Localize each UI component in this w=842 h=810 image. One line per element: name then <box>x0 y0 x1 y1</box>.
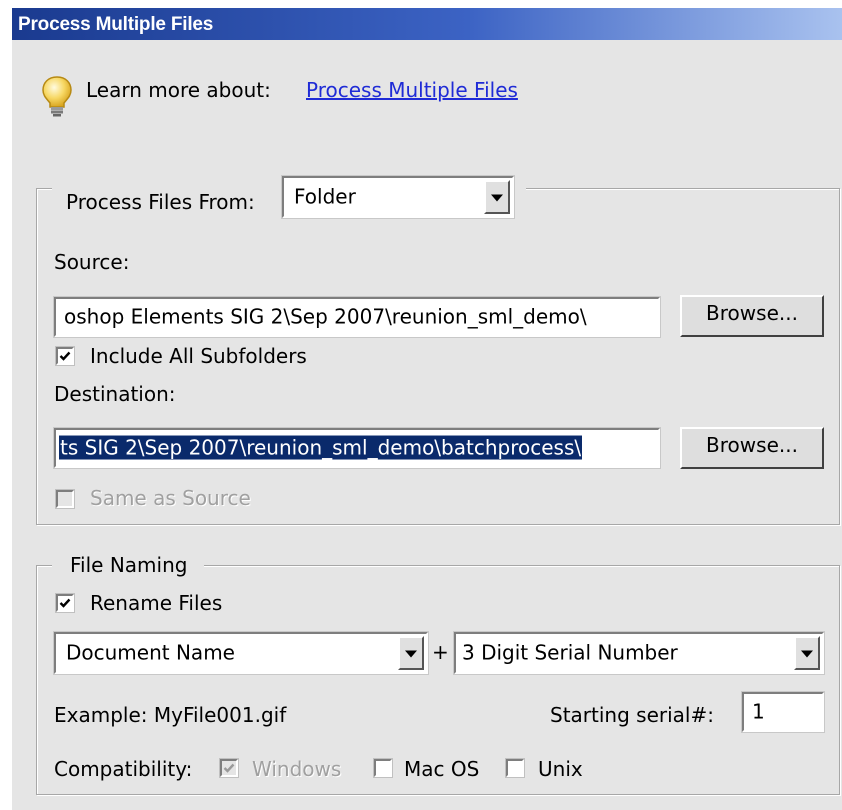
process-from-label: Process Files From: <box>66 190 255 214</box>
chevron-down-icon[interactable] <box>794 636 820 670</box>
rename-files-label: Rename Files <box>90 591 223 615</box>
learn-more-link[interactable]: Process Multiple Files <box>306 78 518 102</box>
source-browse-button[interactable]: Browse... <box>680 295 824 337</box>
include-subfolders-checkbox[interactable] <box>55 346 75 366</box>
windows-label: Windows <box>252 757 342 781</box>
starting-serial-label: Starting serial#: <box>550 703 714 727</box>
title-bar: Process Multiple Files <box>12 8 842 40</box>
chevron-down-icon[interactable] <box>484 180 510 214</box>
file-naming-legend: File Naming <box>70 553 188 577</box>
unix-checkbox[interactable] <box>505 758 525 778</box>
example-text: Example: MyFile001.gif <box>54 703 287 727</box>
window-title: Process Multiple Files <box>18 14 214 35</box>
mac-os-checkbox[interactable] <box>373 758 393 778</box>
source-browse-label: Browse... <box>706 301 798 325</box>
source-path-input[interactable]: oshop Elements SIG 2\Sep 2007\reunion_sm… <box>53 296 661 338</box>
destination-browse-label: Browse... <box>706 433 798 457</box>
process-from-value: Folder <box>294 184 356 209</box>
source-path-value: oshop Elements SIG 2\Sep 2007\reunion_sm… <box>64 304 587 329</box>
same-as-source-label: Same as Source <box>90 486 251 510</box>
rename-files-checkbox[interactable] <box>55 593 75 613</box>
starting-serial-input[interactable]: 1 <box>741 691 825 733</box>
checkmark-icon <box>59 351 71 361</box>
serial-part-value: 3 Digit Serial Number <box>462 640 678 665</box>
checkmark-icon <box>59 598 71 608</box>
destination-label: Destination: <box>54 382 176 406</box>
mac-os-label: Mac OS <box>404 757 480 781</box>
lightbulb-icon <box>42 76 72 117</box>
name-part-value: Document Name <box>66 640 235 665</box>
source-label: Source: <box>54 250 130 274</box>
include-subfolders-label: Include All Subfolders <box>90 344 307 368</box>
serial-part-select[interactable]: 3 Digit Serial Number <box>453 631 825 675</box>
unix-label: Unix <box>538 757 583 781</box>
plus-sign: + <box>432 640 449 664</box>
checkmark-icon <box>223 763 235 773</box>
destination-browse-button[interactable]: Browse... <box>680 427 824 469</box>
same-as-source-checkbox[interactable] <box>55 489 75 509</box>
destination-path-value: ts SIG 2\Sep 2007\reunion_sml_demo\batch… <box>59 435 583 460</box>
process-multiple-files-window: Process Multiple Files Learn more about:… <box>10 8 842 810</box>
learn-more-label: Learn more about: <box>86 78 271 102</box>
starting-serial-value: 1 <box>752 699 765 724</box>
compatibility-label: Compatibility: <box>54 757 193 781</box>
windows-checkbox[interactable] <box>219 758 239 778</box>
destination-path-input[interactable]: ts SIG 2\Sep 2007\reunion_sml_demo\batch… <box>53 427 661 469</box>
name-part-select[interactable]: Document Name <box>53 631 429 675</box>
process-from-select[interactable]: Folder <box>281 175 515 219</box>
chevron-down-icon[interactable] <box>398 636 424 670</box>
